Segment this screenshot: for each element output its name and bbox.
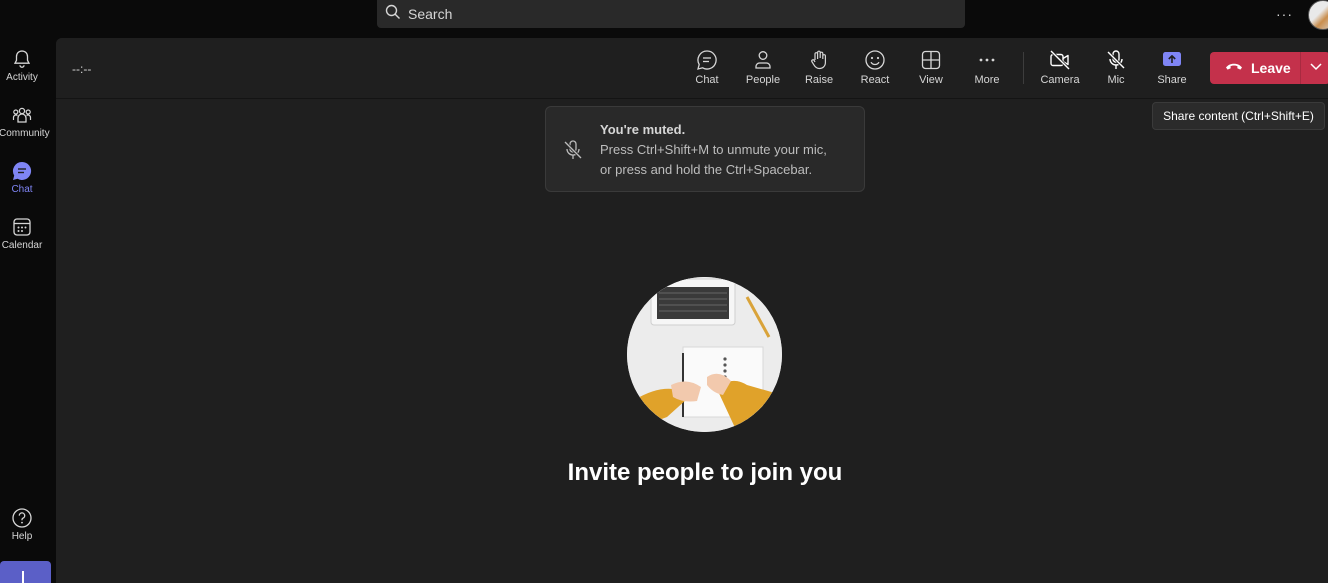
leave-options-button[interactable] [1301,52,1328,84]
raise-hand-button[interactable]: Raise [791,49,847,86]
app-rail: Activity Community Chat Calendar Help [0,38,56,583]
meeting-toolbar: --:-- Chat People Raise React View More … [56,38,1328,99]
chat-icon [0,160,44,182]
rail-label-help: Help [11,531,33,542]
smiley-icon [847,49,903,71]
rail-item-calendar[interactable]: Calendar [0,216,44,251]
calendar-icon [0,216,44,238]
react-button-label: React [860,74,890,86]
muted-instruction-line-1: Press Ctrl+Shift+M to unmute your mic, [600,142,827,157]
rail-item-chat[interactable]: Chat [0,160,44,195]
share-screen-icon [1144,49,1200,71]
raise-button-label: Raise [804,74,834,86]
plus-icon [22,571,24,583]
search-label: Search [408,6,453,22]
share-button-label: Share [1157,74,1187,86]
search-box[interactable]: Search [377,0,965,28]
meeting-timer: --:-- [72,62,92,76]
people-button[interactable]: People [735,49,791,86]
more-button-label: More [974,74,1000,86]
leave-button-group: Leave [1210,52,1328,84]
toolbar-divider [1023,52,1024,84]
react-button[interactable]: React [847,49,903,86]
invite-heading: Invite people to join you [567,459,843,486]
rail-item-help[interactable]: Help [0,507,44,542]
muted-instruction-line-2: or press and hold the Ctrl+Spacebar. [600,162,813,177]
grid-view-icon [903,49,959,71]
rail-item-activity[interactable]: Activity [0,48,44,83]
phone-hangup-icon [1224,56,1244,81]
mic-button-label: Mic [1107,74,1125,86]
chevron-down-icon [1309,59,1323,78]
ellipsis-icon [959,49,1015,71]
rail-label-community: Community [0,128,50,139]
bell-icon [0,48,44,70]
community-icon [0,104,45,126]
meeting-stage: --:-- Chat People Raise React View More … [56,38,1328,583]
people-button-label: People [745,74,781,86]
rail-label-calendar: Calendar [1,240,43,251]
profile-avatar[interactable] [1308,0,1328,30]
muted-title: You're muted. [600,122,686,137]
title-bar: Search ··· [0,0,1328,38]
rail-item-community[interactable]: Community [0,104,50,139]
meeting-illustration-image [627,277,782,432]
hand-icon [791,49,847,71]
view-button-label: View [919,74,943,86]
camera-off-icon [1032,49,1088,71]
camera-toggle[interactable]: Camera [1032,49,1088,86]
settings-more-button[interactable]: ··· [1276,6,1293,22]
rail-label-chat: Chat [11,184,33,195]
chat-bubble-icon [679,49,735,71]
chat-button-label: Chat [695,74,719,86]
leave-button[interactable]: Leave [1210,52,1300,84]
mic-toggle[interactable]: Mic [1088,49,1144,86]
more-actions-button[interactable]: More [959,49,1015,86]
apps-button[interactable] [0,561,51,583]
muted-notification: You're muted. Press Ctrl+Shift+M to unmu… [545,106,865,192]
view-button[interactable]: View [903,49,959,86]
share-tooltip: Share content (Ctrl+Shift+E) [1152,102,1325,130]
mic-muted-icon [562,139,584,166]
person-icon [735,49,791,71]
mic-off-icon [1088,49,1144,71]
share-button[interactable]: Share [1144,49,1200,86]
help-icon [0,507,44,529]
chat-button[interactable]: Chat [679,49,735,86]
search-icon [385,4,401,25]
rail-label-activity: Activity [6,72,38,83]
camera-button-label: Camera [1040,74,1080,86]
leave-button-label: Leave [1251,60,1291,76]
